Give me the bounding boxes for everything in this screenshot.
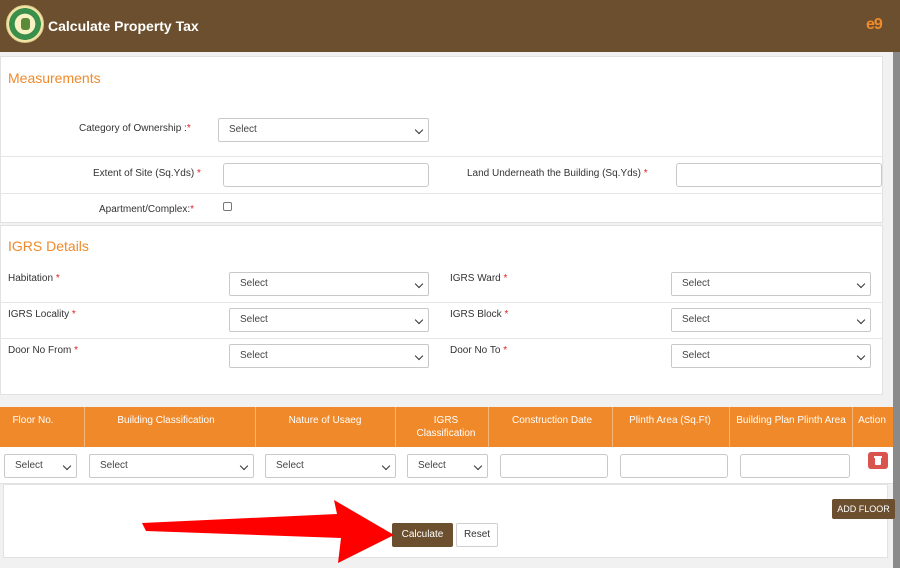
- arrow-shape: [142, 500, 394, 563]
- red-arrow-pointer: [142, 500, 394, 563]
